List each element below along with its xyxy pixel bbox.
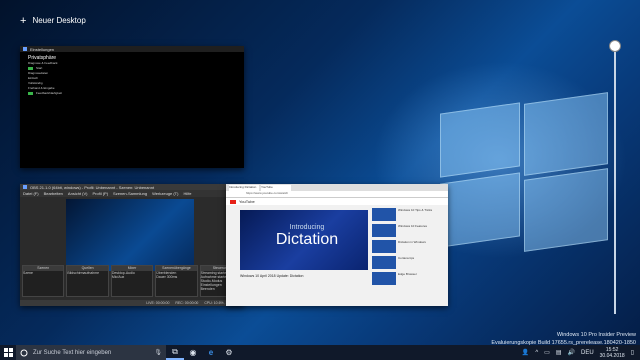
list-item: Windows 10 Tips & Tricks: [372, 208, 444, 221]
youtube-logo-icon: [230, 199, 236, 204]
list-item: Dictation in Windows: [372, 240, 444, 253]
new-desktop-button[interactable]: + Neuer Desktop: [20, 14, 86, 27]
video-thumbnail: [372, 256, 396, 269]
video-title-text: Dictation: [275, 231, 339, 248]
language-indicator[interactable]: DEU: [581, 350, 594, 356]
list-item: Edge Browser: [372, 272, 444, 285]
status-text: REC: 00:00:00: [175, 301, 199, 305]
windows-logo-wallpaper: [440, 92, 610, 252]
action-center-icon[interactable]: ▯: [631, 349, 634, 356]
timeline-scrollbar[interactable]: [614, 44, 616, 314]
youtube-brand: YouTube: [239, 199, 255, 204]
related-videos: Windows 10 Tips & Tricks Windows 10 Feat…: [372, 208, 444, 288]
edge-window-thumbnail[interactable]: Introducing Dictation YouTube https://ww…: [226, 184, 448, 306]
taskbar-obs-button[interactable]: ◉: [184, 345, 202, 360]
toggle-switch: [28, 91, 33, 95]
obs-transitions-dock: Szenenübergänge Überblenden Dauer 300ms: [155, 265, 198, 297]
obs-statusbar: LIVE: 00:00:00 REC: 00:00:00 CPU: 10.6%,…: [20, 300, 244, 306]
obs-mixer-dock: Mixer Desktop-Audio Mic/Aux: [110, 265, 154, 297]
network-icon[interactable]: ▤: [556, 349, 562, 356]
video-player: Introducing Dictation: [240, 210, 368, 270]
dock-item: Mic/Aux: [111, 275, 125, 279]
obs-window-thumbnail[interactable]: OBS 21.1.0 (64bit, windows) - Profil: Un…: [20, 184, 244, 306]
toggle-switch: [28, 66, 33, 70]
menu-item: Datei (F): [23, 191, 39, 196]
taskbar: Zur Suche Text hier eingeben 🎙 ⧉ ◉ e ⚙ 👤…: [0, 345, 640, 360]
chevron-up-icon[interactable]: ^: [535, 350, 538, 356]
start-button[interactable]: [0, 345, 16, 360]
settings-line: Start: [36, 66, 43, 70]
dock-item: Bildschirmaufnahme: [67, 271, 100, 275]
system-tray: 👤 ^ ▭ ▤ 🔊 DEU 15:52 30.04.2018 ▯: [522, 347, 640, 359]
obs-icon: ◉: [189, 348, 197, 357]
timeline-scroll-handle[interactable]: [609, 40, 621, 52]
obs-sources-dock: Quellen Bildschirmaufnahme: [66, 265, 109, 297]
obs-scenes-dock: Szenen Szene: [22, 265, 65, 297]
obs-menubar: Datei (F) Bearbeiten Ansicht (V) Profil …: [20, 190, 244, 197]
new-desktop-label: Neuer Desktop: [32, 16, 86, 25]
video-thumbnail: [372, 208, 396, 221]
search-placeholder: Zur Suche Text hier eingeben: [33, 349, 112, 356]
clock-date: 30.04.2018: [599, 352, 625, 359]
video-thumbnail: [372, 224, 396, 237]
list-item-label: Windows 10 Tips & Tricks: [398, 208, 433, 212]
menu-item: Hilfe: [183, 191, 192, 196]
video-thumbnail: [372, 240, 396, 253]
video-caption: Windows 10 April 2018 Update: Dictation: [240, 274, 304, 278]
edge-address-bar: https://www.youtube.com/watch: [226, 191, 448, 198]
taskbar-settings-button[interactable]: ⚙: [220, 345, 238, 360]
taskbar-search-box[interactable]: Zur Suche Text hier eingeben 🎙: [16, 345, 166, 360]
obs-app-icon: [23, 185, 27, 189]
menu-item: Szenen-Sammlung: [113, 191, 148, 196]
video-thumbnail: [372, 272, 396, 285]
task-view-icon: ⧉: [172, 346, 178, 356]
settings-line: Feedbackhäufigkeit: [36, 91, 63, 95]
gear-icon: ⚙: [225, 348, 233, 357]
dock-item: Dauer 300ms: [156, 275, 178, 279]
list-item-label: Windows 10 Features: [398, 224, 428, 228]
list-item: Cortana tips: [372, 256, 444, 269]
edge-tabbar: Introducing Dictation YouTube: [226, 184, 448, 191]
people-icon[interactable]: 👤: [522, 349, 529, 356]
obs-preview: [66, 199, 194, 271]
taskbar-edge-button[interactable]: e: [202, 345, 220, 360]
settings-window-thumbnail[interactable]: Einstellungen Privatsphäre Diagnose & Fe…: [20, 46, 244, 168]
list-item-label: Edge Browser: [398, 272, 417, 276]
menu-item: Werkzeuge (T): [152, 191, 179, 196]
windows-start-icon: [3, 348, 13, 357]
watermark-line: Windows 10 Pro Insider Preview: [556, 332, 636, 338]
settings-app-icon: [23, 47, 27, 51]
menu-item: Ansicht (V): [67, 191, 88, 196]
volume-icon[interactable]: 🔊: [568, 349, 575, 356]
video-intro-text: Introducing: [289, 224, 325, 231]
list-item-label: Dictation in Windows: [398, 240, 426, 244]
taskbar-clock[interactable]: 15:52 30.04.2018: [600, 347, 625, 359]
dock-item: Szene: [23, 271, 33, 275]
menu-item: Profil (P): [92, 191, 109, 196]
menu-item: Bearbeiten: [43, 191, 63, 196]
edge-icon: e: [208, 348, 214, 357]
plus-icon: +: [20, 14, 27, 27]
task-view-button[interactable]: ⧉: [166, 345, 184, 360]
list-item-label: Cortana tips: [398, 256, 415, 260]
microphone-icon: 🎙: [154, 350, 162, 356]
youtube-header: YouTube: [226, 198, 448, 205]
obs-title: OBS 21.1.0 (64bit, windows) - Profil: Un…: [30, 184, 155, 190]
cortana-icon: [20, 349, 28, 356]
list-item: Windows 10 Features: [372, 224, 444, 237]
battery-icon[interactable]: ▭: [544, 349, 550, 356]
settings-title: Einstellungen: [30, 46, 55, 52]
status-text: LIVE: 00:00:00: [146, 301, 170, 305]
